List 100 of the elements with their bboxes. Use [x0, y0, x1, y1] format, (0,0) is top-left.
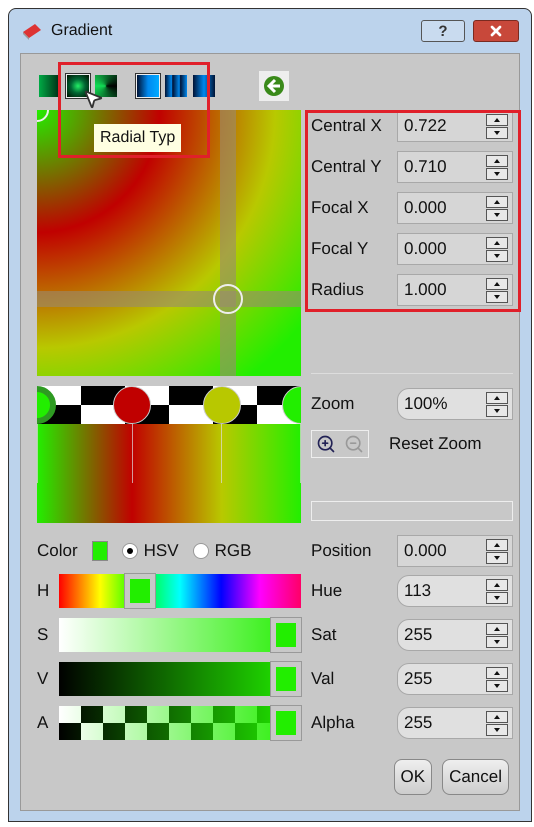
- stop-line: [221, 424, 222, 484]
- spin-value: 255: [403, 668, 432, 690]
- spin-down-button[interactable]: [486, 680, 508, 692]
- gradient-stop-handle[interactable]: [113, 386, 152, 424]
- spin-up-button[interactable]: [486, 392, 508, 404]
- slider-thumb[interactable]: [271, 662, 301, 696]
- spin-box[interactable]: 100%: [397, 388, 513, 420]
- close-button[interactable]: [473, 20, 519, 42]
- spin-box[interactable]: 0.000: [397, 192, 513, 224]
- back-button[interactable]: [259, 71, 289, 101]
- left-arrow-icon: [264, 76, 284, 96]
- up-arrow-icon: [494, 240, 500, 244]
- spin-down-button[interactable]: [486, 250, 508, 262]
- gradient-stop-handle[interactable]: [202, 386, 241, 424]
- slider-thumb[interactable]: [124, 574, 155, 608]
- spin-down-button[interactable]: [486, 208, 508, 220]
- field-label: Focal Y: [311, 238, 368, 260]
- down-arrow-icon: [494, 294, 500, 298]
- channel-slider-track[interactable]: [59, 662, 301, 696]
- gradient-preview[interactable]: [37, 110, 301, 376]
- channel-letter: A: [37, 712, 50, 734]
- field-label: Color: [37, 540, 78, 562]
- field-label: Zoom: [311, 393, 354, 416]
- field-label: Focal X: [311, 197, 369, 220]
- down-arrow-icon: [494, 684, 500, 688]
- up-arrow-icon: [494, 582, 500, 586]
- stop-line: [132, 424, 133, 484]
- down-arrow-icon: [494, 728, 500, 732]
- radio-button[interactable]: [122, 543, 138, 559]
- radio-button[interactable]: [192, 543, 209, 559]
- gradient-type-button[interactable]: [65, 73, 91, 99]
- down-arrow-icon: [494, 172, 500, 176]
- dialog-button[interactable]: OK: [394, 759, 432, 795]
- gradient-type-icon: [165, 75, 187, 97]
- spin-up-button[interactable]: [486, 154, 508, 166]
- spin-value: 0.710: [403, 156, 447, 178]
- spin-down-button[interactable]: [486, 552, 508, 564]
- down-arrow-icon: [494, 130, 500, 134]
- spin-value: 255: [403, 712, 432, 734]
- spin-down-button[interactable]: [486, 168, 508, 180]
- channel-slider-track[interactable]: [59, 618, 301, 652]
- spin-down-button[interactable]: [486, 724, 508, 736]
- stop-line: [300, 424, 301, 484]
- field-label: Radius: [311, 279, 364, 302]
- up-arrow-icon: [494, 714, 500, 718]
- channel-letter: V: [37, 668, 50, 690]
- gradient-type-icon: [137, 75, 159, 97]
- spin-value: 1.000: [403, 279, 447, 302]
- spin-box[interactable]: 0.710: [397, 151, 513, 183]
- channel-slider-track[interactable]: [59, 574, 301, 608]
- dialog-button[interactable]: Cancel: [442, 759, 509, 795]
- down-arrow-icon: [494, 556, 500, 560]
- slider-thumb[interactable]: [271, 706, 301, 740]
- center-handle[interactable]: [212, 284, 243, 314]
- spin-down-button[interactable]: [486, 404, 508, 416]
- spin-box[interactable]: 0.000: [397, 233, 513, 265]
- spin-down-button[interactable]: [486, 592, 508, 604]
- close-icon: [488, 23, 504, 39]
- spin-down-button[interactable]: [486, 126, 508, 138]
- slider-thumb[interactable]: [271, 618, 301, 652]
- field-label: Alpha: [311, 712, 354, 734]
- app-icon: [21, 22, 43, 40]
- color-swatch[interactable]: [92, 541, 108, 561]
- spin-down-button[interactable]: [486, 636, 508, 648]
- spread-mode-button[interactable]: [163, 73, 189, 99]
- stop-line: [37, 424, 38, 484]
- gradient-type-button[interactable]: [93, 73, 119, 99]
- spin-up-button[interactable]: [486, 538, 508, 550]
- spin-box[interactable]: 0.000: [397, 535, 513, 567]
- spin-up-button[interactable]: [486, 710, 508, 722]
- up-arrow-icon: [494, 626, 500, 630]
- spin-box[interactable]: 1.000: [397, 274, 513, 306]
- spin-box[interactable]: 255: [397, 663, 513, 695]
- channel-slider-track[interactable]: [59, 706, 301, 740]
- spin-down-button[interactable]: [486, 290, 508, 302]
- spin-up-button[interactable]: [486, 278, 508, 290]
- spin-up-button[interactable]: [486, 196, 508, 208]
- help-button[interactable]: ?: [421, 20, 465, 42]
- zoom-in-icon[interactable]: [316, 434, 336, 454]
- spin-up-button[interactable]: [486, 114, 508, 126]
- spin-value: 0.000: [403, 238, 447, 260]
- spin-up-button[interactable]: [486, 666, 508, 678]
- field-label: Central X: [311, 115, 382, 138]
- up-arrow-icon: [494, 396, 500, 400]
- spin-box[interactable]: 255: [397, 619, 513, 651]
- spread-mode-button[interactable]: [135, 73, 161, 99]
- spin-up-button[interactable]: [486, 622, 508, 634]
- spin-up-button[interactable]: [486, 578, 508, 590]
- reset-zoom-button[interactable]: Reset Zoom: [389, 431, 482, 457]
- gradient-stop-bar[interactable]: [37, 386, 301, 424]
- spin-value: 0.000: [403, 197, 447, 220]
- spin-value: 255: [403, 624, 432, 646]
- mouse-pointer-icon: [82, 88, 104, 110]
- spin-up-button[interactable]: [486, 236, 508, 248]
- spin-box[interactable]: 0.722: [397, 110, 513, 142]
- window-title: Gradient: [51, 21, 114, 41]
- spin-box[interactable]: 255: [397, 707, 513, 739]
- field-label: Hue: [311, 580, 342, 602]
- splitter-handle[interactable]: [311, 501, 513, 521]
- spin-box[interactable]: 113: [397, 575, 513, 607]
